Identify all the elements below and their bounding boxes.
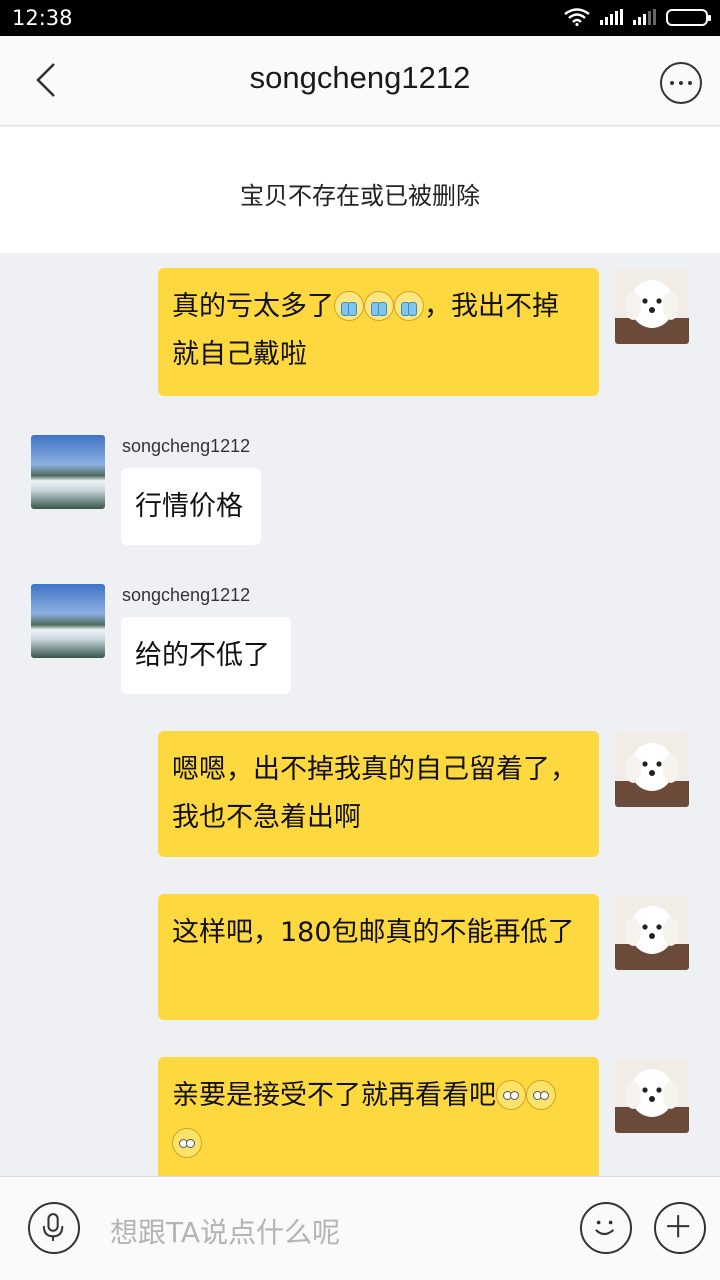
- more-icon[interactable]: [660, 62, 702, 104]
- message-text: 这样吧，180包邮真的不能再低了: [172, 917, 575, 948]
- sender-name: songcheng1212: [122, 585, 251, 605]
- crying-emoji-icon: [394, 291, 424, 321]
- message-text: 嗯嗯，出不掉我真的自己留着了，我也不急着出啊: [172, 754, 577, 833]
- message-text: 亲要是接受不了就再看看吧: [172, 1080, 496, 1111]
- message-text: 行情价格: [135, 491, 243, 522]
- microphone-glyph-icon: [42, 1213, 64, 1241]
- wifi-icon: [564, 8, 590, 26]
- message-bubble-mine[interactable]: 嗯嗯，出不掉我真的自己留着了，我也不急着出啊: [158, 731, 599, 857]
- my-avatar[interactable]: [615, 1059, 689, 1133]
- smiley-glyph-icon: [595, 1220, 615, 1236]
- plus-glyph-icon: [667, 1215, 690, 1238]
- signal-icon-2: [633, 9, 656, 25]
- contact-avatar[interactable]: [31, 435, 105, 509]
- message-bubble-theirs[interactable]: 行情价格: [121, 468, 261, 545]
- smile-emoji-icon: [172, 1128, 202, 1158]
- dog-avatar-image: [615, 280, 689, 344]
- message-text: 给的不低了: [135, 640, 270, 671]
- smiley-icon[interactable]: [580, 1202, 632, 1254]
- chat-list[interactable]: 真的亏太多了 ，我出不掉就自己戴啦 songcheng1212 行情价格 song…: [0, 253, 720, 1176]
- my-avatar[interactable]: [615, 896, 689, 970]
- message-text: 真的亏太多了: [172, 291, 334, 322]
- message-input[interactable]: 想跟TA说点什么呢: [110, 1211, 340, 1251]
- crying-emoji-icon: [334, 291, 364, 321]
- page-title: songcheng1212: [249, 60, 471, 95]
- sender-name: songcheng1212: [122, 436, 251, 456]
- item-deleted-notice: 宝贝不存在或已被删除: [0, 127, 720, 253]
- crying-emoji-icon: [364, 291, 394, 321]
- input-bar: 想跟TA说点什么呢: [0, 1176, 720, 1280]
- smile-emoji-icon: [526, 1080, 556, 1110]
- my-avatar[interactable]: [615, 733, 689, 807]
- smile-emoji-icon: [496, 1080, 526, 1110]
- status-icons: [564, 8, 711, 26]
- plus-icon[interactable]: [654, 1202, 706, 1254]
- status-time: 12:38: [12, 6, 73, 30]
- dog-avatar-image: [615, 743, 689, 807]
- signal-icon: [600, 9, 623, 25]
- status-bar: 12:38: [0, 0, 720, 36]
- nav-bar: songcheng1212: [0, 36, 720, 126]
- battery-icon: [666, 8, 711, 26]
- message-bubble-mine[interactable]: 亲要是接受不了就再看看吧: [158, 1057, 599, 1176]
- microphone-icon[interactable]: [28, 1202, 80, 1254]
- contact-avatar[interactable]: [31, 584, 105, 658]
- message-bubble-theirs[interactable]: 给的不低了: [121, 617, 291, 694]
- message-bubble-mine[interactable]: 真的亏太多了 ，我出不掉就自己戴啦: [158, 268, 599, 396]
- my-avatar[interactable]: [615, 270, 689, 344]
- dog-avatar-image: [615, 1069, 689, 1133]
- message-bubble-mine[interactable]: 这样吧，180包邮真的不能再低了: [158, 894, 599, 1020]
- dog-avatar-image: [615, 906, 689, 970]
